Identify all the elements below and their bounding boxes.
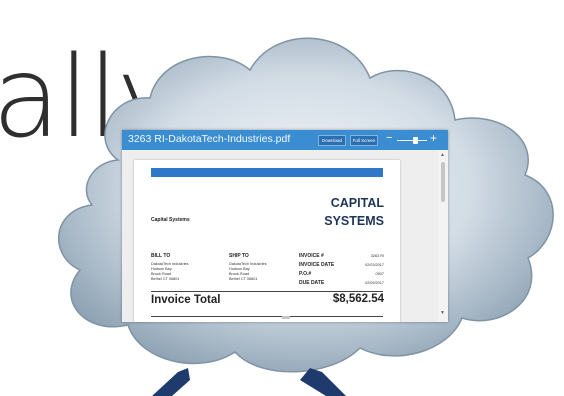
arrow-right-shape: [300, 368, 346, 396]
pdf-viewer-window: 3263 RI-DakotaTech-Industries.pdf Downlo…: [122, 130, 448, 322]
vertical-scrollbar[interactable]: ▲ ▼: [438, 150, 448, 322]
bill-to-address: DakotaTech Industries Hudson Bay Brook R…: [151, 262, 189, 281]
zoom-in-icon[interactable]: +: [430, 131, 437, 145]
po-label: P.O.#: [299, 271, 312, 277]
invoice-page: Capital Systems CAPITAL SYSTEMS BILL TO …: [134, 160, 400, 322]
download-button[interactable]: Download: [318, 135, 346, 146]
file-name: 3263 RI-DakotaTech-Industries.pdf: [128, 133, 291, 145]
po-value: 0507: [375, 272, 384, 276]
viewer-title-bar: 3263 RI-DakotaTech-Industries.pdf Downlo…: [122, 130, 448, 150]
zoom-out-icon[interactable]: −: [386, 132, 392, 144]
zoom-slider[interactable]: [397, 140, 427, 141]
arrow-left-shape: [152, 368, 190, 396]
document-area[interactable]: Capital Systems CAPITAL SYSTEMS BILL TO …: [122, 150, 438, 322]
company-logo-line2: SYSTEMS: [324, 214, 384, 228]
company-logo-line1: CAPITAL: [330, 196, 384, 210]
divider: [151, 316, 383, 317]
company-name: Capital Systems: [151, 217, 190, 223]
fullscreen-button[interactable]: Full Screen: [350, 135, 378, 146]
invoice-number-value: 3263 RI: [370, 254, 384, 258]
due-date-label: DUE DATE: [299, 280, 325, 286]
bill-to-heading: BILL TO: [151, 253, 171, 259]
scrollbar-thumb[interactable]: [441, 162, 445, 202]
ship-to-heading: SHIP TO: [229, 253, 249, 259]
invoice-date-label: INVOICE DATE: [299, 262, 335, 268]
invoice-number-label: INVOICE #: [299, 253, 324, 259]
divider: [151, 291, 383, 292]
scroll-up-icon[interactable]: ▲: [440, 152, 445, 158]
due-date-value: 02/09/2017: [364, 281, 384, 285]
ship-to-address: DakotaTech Industries Hudson Bay Brook R…: [229, 262, 267, 281]
invoice-total-label: Invoice Total: [151, 294, 221, 306]
invoice-date-value: 02/03/2017: [364, 263, 384, 267]
scroll-down-icon[interactable]: ▼: [440, 310, 445, 316]
invoice-header-bar: [151, 168, 383, 177]
invoice-total-amount: $8,562.54: [332, 293, 384, 305]
zoom-slider-handle[interactable]: [413, 137, 418, 144]
horizontal-scroll-indicator[interactable]: [282, 316, 290, 319]
